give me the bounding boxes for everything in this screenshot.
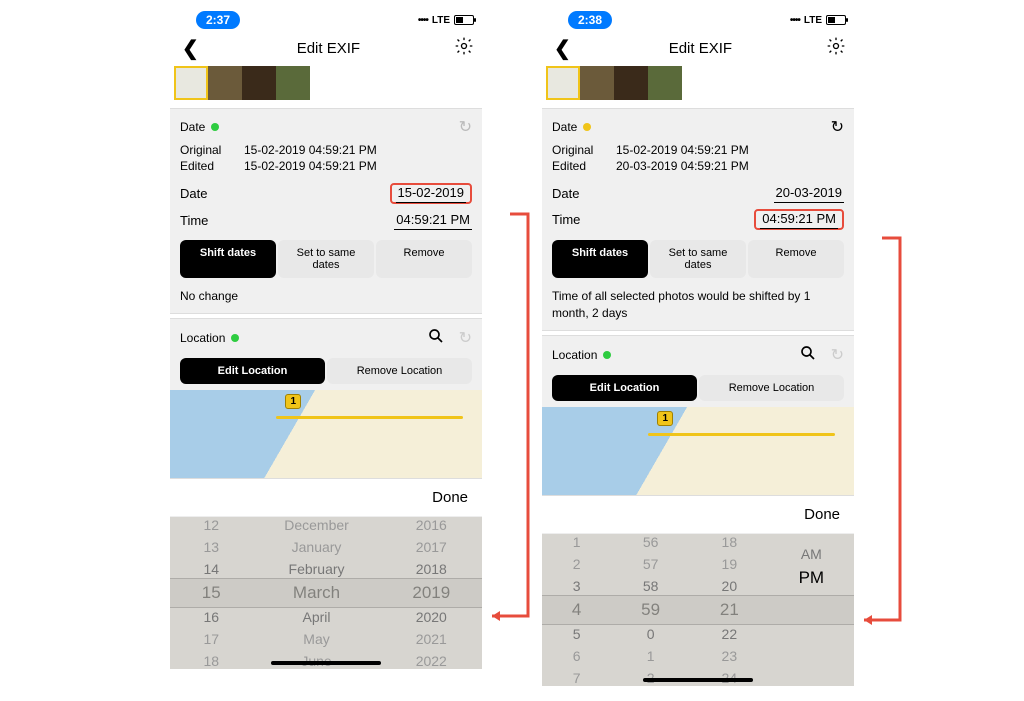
edited-value: 20-03-2019 04:59:21 PM — [616, 159, 749, 173]
date-picker[interactable]: 12131415161718 DecemberJanuaryFebruaryMa… — [170, 517, 482, 669]
status-dot-icon — [211, 123, 219, 131]
shift-status-text: No change — [180, 288, 472, 305]
route-badge: 1 — [285, 394, 301, 409]
thumbnail[interactable] — [276, 66, 310, 100]
screenshot-left: 2:37 •••• LTE ❮ Edit EXIF Date ↻ Origina… — [170, 10, 482, 669]
settings-button[interactable] — [454, 36, 474, 61]
time-picker[interactable]: 1234567 56575859012 18192021222324 AMPM — [542, 534, 854, 686]
edited-value: 15-02-2019 04:59:21 PM — [244, 159, 377, 173]
annotation-arrow-icon — [480, 206, 540, 636]
network-label: LTE — [432, 15, 450, 26]
screenshot-right: 2:38 •••• LTE ❮ Edit EXIF Date ↻ Origina… — [542, 10, 854, 686]
location-section: Location ↻ Edit Location Remove Location… — [170, 318, 482, 479]
status-time: 2:37 — [196, 11, 240, 29]
thumbnail[interactable] — [208, 66, 242, 100]
status-dot-icon — [583, 123, 591, 131]
date-field-label: Date — [180, 186, 207, 201]
time-field-label: Time — [552, 212, 580, 227]
thumbnail[interactable] — [648, 66, 682, 100]
refresh-icon[interactable]: ↻ — [831, 345, 844, 365]
original-value: 15-02-2019 04:59:21 PM — [244, 143, 377, 157]
thumbnail[interactable] — [174, 66, 208, 100]
time-field-highlight: 04:59:21 PM — [754, 209, 844, 230]
network-label: LTE — [804, 15, 822, 26]
original-value: 15-02-2019 04:59:21 PM — [616, 143, 749, 157]
section-label: Location — [552, 348, 597, 362]
search-icon[interactable] — [427, 327, 445, 350]
date-action-segmented: Shift dates Set to same dates Remove — [552, 240, 844, 278]
signal-icon: •••• — [418, 15, 428, 26]
settings-button[interactable] — [826, 36, 846, 61]
time-field-label: Time — [180, 213, 208, 228]
remove-location-tab[interactable]: Remove Location — [327, 358, 472, 384]
section-label: Date — [180, 120, 205, 134]
status-time: 2:38 — [568, 11, 612, 29]
date-section: Date ↻ Original 15-02-2019 04:59:21 PM Ed… — [170, 108, 482, 314]
annotation-arrow-icon — [852, 230, 912, 640]
photo-thumbnails — [170, 66, 482, 104]
done-button[interactable]: Done — [432, 489, 468, 506]
time-field[interactable]: 04:59:21 PM — [760, 209, 838, 229]
section-label: Date — [552, 120, 577, 134]
date-field[interactable]: 15-02-2019 — [396, 183, 467, 203]
thumbnail[interactable] — [242, 66, 276, 100]
picker-toolbar: Done — [542, 496, 854, 534]
edit-location-tab[interactable]: Edit Location — [180, 358, 325, 384]
refresh-icon[interactable]: ↻ — [831, 117, 844, 137]
date-section: Date ↻ Original 15-02-2019 04:59:21 PM Ed… — [542, 108, 854, 331]
back-button[interactable]: ❮ — [178, 36, 203, 61]
remove-location-tab[interactable]: Remove Location — [699, 375, 844, 401]
status-bar: 2:38 •••• LTE — [542, 10, 854, 30]
battery-icon — [826, 15, 846, 25]
photo-thumbnails — [542, 66, 854, 104]
back-button[interactable]: ❮ — [550, 36, 575, 61]
same-dates-tab[interactable]: Set to same dates — [278, 240, 374, 278]
remove-dates-tab[interactable]: Remove — [748, 240, 844, 278]
route-badge: 1 — [657, 411, 673, 426]
page-title: Edit EXIF — [575, 40, 826, 57]
shift-status-text: Time of all selected photos would be shi… — [552, 288, 844, 322]
edited-label: Edited — [552, 159, 602, 173]
done-button[interactable]: Done — [804, 506, 840, 523]
same-dates-tab[interactable]: Set to same dates — [650, 240, 746, 278]
thumbnail[interactable] — [580, 66, 614, 100]
section-label: Location — [180, 331, 225, 345]
thumbnail[interactable] — [614, 66, 648, 100]
edited-label: Edited — [180, 159, 230, 173]
thumbnail[interactable] — [546, 66, 580, 100]
date-field[interactable]: 20-03-2019 — [774, 183, 845, 203]
nav-bar: ❮ Edit EXIF — [542, 30, 854, 66]
signal-icon: •••• — [790, 15, 800, 26]
date-field-label: Date — [552, 186, 579, 201]
date-field-highlight: 15-02-2019 — [390, 183, 473, 204]
map-preview[interactable]: 1 — [170, 390, 482, 478]
home-indicator — [271, 661, 381, 665]
home-indicator — [643, 678, 753, 682]
original-label: Original — [180, 143, 230, 157]
time-field[interactable]: 04:59:21 PM — [394, 210, 472, 230]
status-dot-icon — [231, 334, 239, 342]
shift-dates-tab[interactable]: Shift dates — [552, 240, 648, 278]
status-dot-icon — [603, 351, 611, 359]
remove-dates-tab[interactable]: Remove — [376, 240, 472, 278]
status-bar: 2:37 •••• LTE — [170, 10, 482, 30]
refresh-icon[interactable]: ↻ — [459, 117, 472, 137]
picker-toolbar: Done — [170, 479, 482, 517]
shift-dates-tab[interactable]: Shift dates — [180, 240, 276, 278]
original-label: Original — [552, 143, 602, 157]
map-preview[interactable]: 1 — [542, 407, 854, 495]
date-action-segmented: Shift dates Set to same dates Remove — [180, 240, 472, 278]
refresh-icon[interactable]: ↻ — [459, 328, 472, 348]
edit-location-tab[interactable]: Edit Location — [552, 375, 697, 401]
page-title: Edit EXIF — [203, 40, 454, 57]
nav-bar: ❮ Edit EXIF — [170, 30, 482, 66]
location-section: Location ↻ Edit Location Remove Location… — [542, 335, 854, 496]
battery-icon — [454, 15, 474, 25]
search-icon[interactable] — [799, 344, 817, 367]
